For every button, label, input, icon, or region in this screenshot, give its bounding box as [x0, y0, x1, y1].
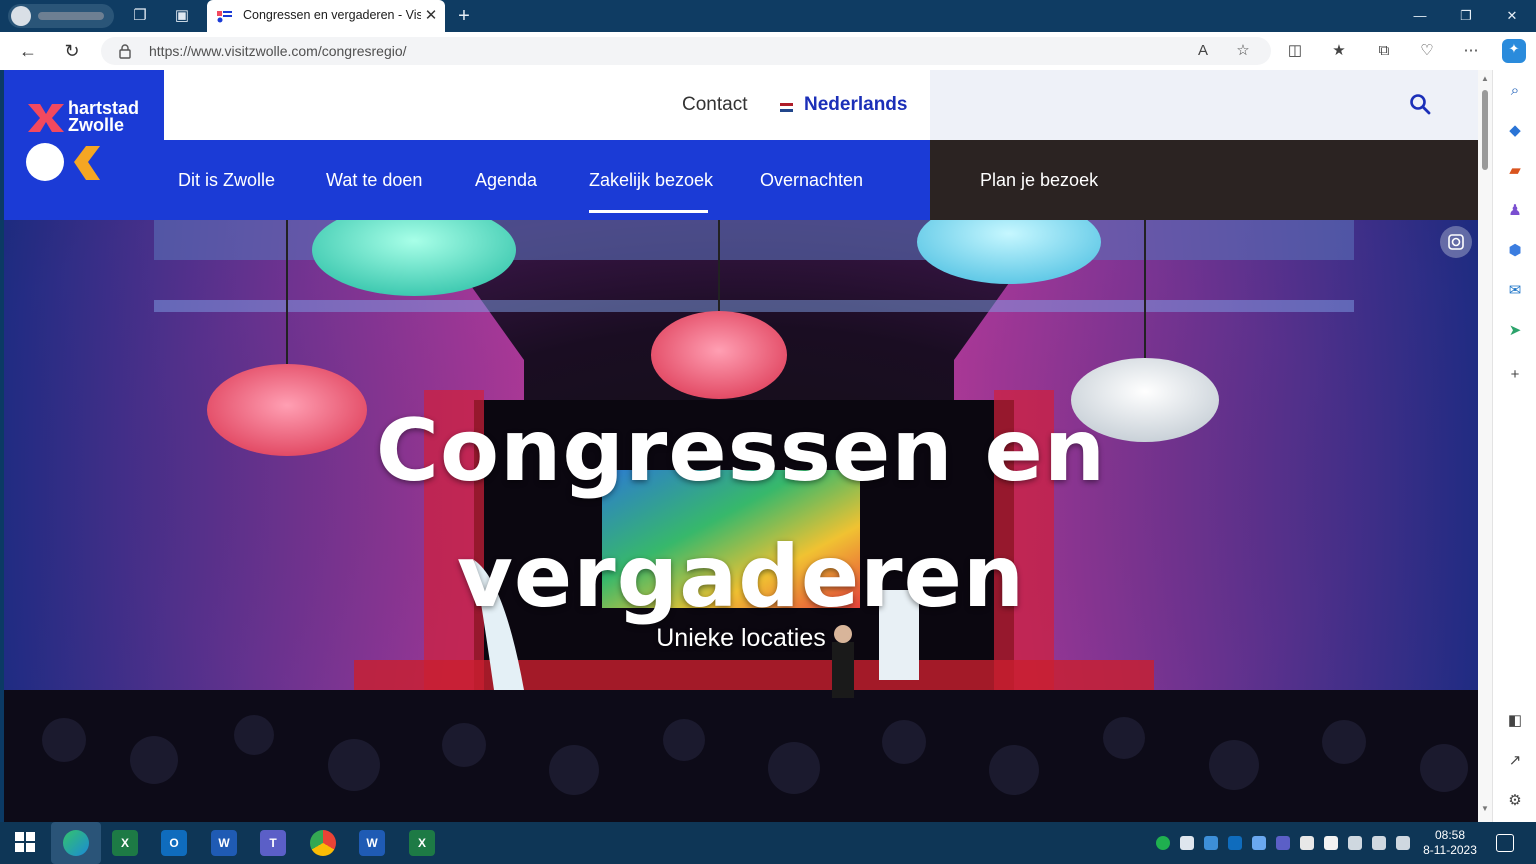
plan-je-bezoek-button[interactable]: Plan je bezoek	[980, 170, 1098, 191]
avatar	[11, 6, 31, 26]
system-clock[interactable]: 08:58 8-11-2023	[1414, 828, 1486, 858]
tray-app-icon-2[interactable]	[1300, 836, 1314, 850]
onedrive-icon[interactable]	[1204, 836, 1218, 850]
hide-sidebar-icon[interactable]: ◧	[1504, 710, 1526, 732]
plan-visit-area: Plan je bezoek	[930, 140, 1478, 220]
address-field[interactable]: https://www.visitzwolle.com/congresregio…	[101, 37, 1271, 65]
profile-name-redacted	[38, 12, 104, 20]
collections-icon[interactable]: ⧉	[1373, 41, 1395, 61]
split-screen-icon[interactable]: ◫	[1284, 41, 1306, 61]
address-toolbar: ← ↻ https://www.visitzwolle.com/congresr…	[0, 32, 1536, 70]
nav-zakelijk-bezoek[interactable]: Zakelijk bezoek	[589, 170, 713, 191]
read-aloud-icon[interactable]: A	[1192, 41, 1214, 61]
tools-briefcase-icon[interactable]: ▰	[1504, 160, 1526, 182]
clock-time: 08:58	[1434, 828, 1466, 842]
dutch-flag-icon	[780, 103, 793, 112]
language-selector[interactable]: Nederlands	[804, 94, 907, 116]
hero-title-line2: vergaderen	[456, 527, 1026, 627]
tab-actions-icon[interactable]: ▣	[172, 6, 192, 26]
restore-button[interactable]: ❐	[1446, 4, 1486, 28]
search-area	[930, 70, 1478, 140]
active-nav-indicator	[589, 210, 708, 213]
lock-icon	[119, 44, 131, 59]
hero-banner: Congressen en vergaderen Unieke locaties	[4, 220, 1478, 822]
hartstad-zwolle-logo-icon	[26, 104, 100, 181]
tab-title: Congressen en vergaderen - Visit Zwolle	[243, 8, 421, 22]
word-icon-2[interactable]: W	[359, 830, 385, 856]
outlook-tray-icon[interactable]	[1228, 836, 1242, 850]
visitzwolle-favicon	[217, 11, 232, 23]
logo-line2: Zwolle	[68, 115, 125, 135]
scroll-down-arrow[interactable]: ▼	[1480, 804, 1490, 813]
main-navigation: Dit is Zwolle Wat te doen Agenda Zakelij…	[164, 140, 930, 220]
hero-subtitle: Unieke locaties	[656, 624, 826, 652]
hero-title-line1: Congressen en	[375, 401, 1107, 501]
close-tab-icon[interactable]: ✕	[422, 6, 440, 26]
open-external-icon[interactable]: ↗	[1504, 750, 1526, 772]
workspaces-icon[interactable]: ❐	[130, 6, 150, 26]
nav-overnachten[interactable]: Overnachten	[760, 170, 863, 191]
games-icon[interactable]: ♟	[1504, 200, 1526, 222]
word-icon[interactable]: W	[211, 830, 237, 856]
edge-sidebar: ⌕ ◆ ▰ ♟ ⬢ ✉ ➤ + ◧ ↗ ⚙	[1492, 70, 1536, 822]
nav-dit-is-zwolle[interactable]: Dit is Zwolle	[178, 170, 275, 191]
nav-wat-te-doen[interactable]: Wat te doen	[326, 170, 422, 191]
windows-taskbar: X O W T W X 08:58 8-11-2023	[0, 822, 1536, 864]
minimize-button[interactable]: —	[1400, 4, 1440, 28]
teams-icon[interactable]: T	[260, 830, 286, 856]
search-icon[interactable]	[1408, 92, 1434, 118]
status-dot-icon[interactable]	[1156, 836, 1170, 850]
windows-start-icon[interactable]	[12, 831, 38, 857]
teams-tray-icon[interactable]	[1276, 836, 1290, 850]
contact-link[interactable]: Contact	[682, 94, 747, 116]
copilot-icon[interactable]: ✦	[1502, 39, 1526, 63]
favorite-star-icon[interactable]: ☆	[1232, 41, 1254, 61]
sidebar-settings-gear-icon[interactable]: ⚙	[1504, 790, 1526, 812]
chrome-icon[interactable]	[310, 830, 336, 856]
tray-app-icon[interactable]	[1180, 836, 1194, 850]
scroll-up-arrow[interactable]: ▲	[1480, 74, 1490, 83]
bluetooth-icon[interactable]	[1252, 836, 1266, 850]
microsoft-365-icon[interactable]: ⬢	[1504, 240, 1526, 262]
browser-tab-bar: ❐ ▣ Congressen en vergaderen - Visit Zwo…	[0, 0, 1536, 32]
active-tab[interactable]: Congressen en vergaderen - Visit Zwolle …	[207, 0, 445, 32]
drop-send-icon[interactable]: ➤	[1504, 320, 1526, 342]
search-sidebar-icon[interactable]: ⌕	[1504, 80, 1526, 102]
edge-icon[interactable]	[63, 830, 89, 856]
shopping-tag-icon[interactable]: ◆	[1504, 120, 1526, 142]
page-scrollbar[interactable]: ▲ ▼	[1478, 70, 1492, 822]
close-window-button[interactable]: ✕	[1492, 4, 1532, 28]
visual-search-icon[interactable]	[1440, 226, 1472, 258]
more-menu-icon[interactable]: ⋯	[1460, 41, 1482, 61]
browser-essentials-icon[interactable]: ♡	[1416, 41, 1438, 61]
hero-title: Congressen en vergaderen	[4, 388, 1478, 640]
nav-agenda[interactable]: Agenda	[475, 170, 537, 191]
battery-icon[interactable]	[1348, 836, 1362, 850]
new-tab-button[interactable]: +	[452, 4, 476, 28]
wifi-icon[interactable]	[1372, 836, 1386, 850]
security-icon[interactable]	[1324, 836, 1338, 850]
clock-date: 8-11-2023	[1423, 843, 1477, 857]
outlook-taskbar-icon[interactable]: O	[161, 830, 187, 856]
profile-button[interactable]	[8, 4, 114, 28]
refresh-button[interactable]: ↻	[60, 40, 84, 62]
web-page: hartstad Zwolle Contact Nederlands Dit i…	[4, 70, 1492, 822]
url-text: https://www.visitzwolle.com/congresregio…	[149, 43, 407, 59]
add-sidebar-app-icon[interactable]: +	[1504, 364, 1526, 386]
favorites-icon[interactable]: ★	[1328, 41, 1350, 61]
excel-icon-2[interactable]: X	[409, 830, 435, 856]
excel-icon[interactable]: X	[112, 830, 138, 856]
back-button[interactable]: ←	[16, 40, 40, 62]
notifications-icon[interactable]	[1496, 834, 1514, 852]
scrollbar-thumb[interactable]	[1482, 90, 1488, 170]
outlook-icon[interactable]: ✉	[1504, 280, 1526, 302]
volume-icon[interactable]	[1396, 836, 1410, 850]
site-logo[interactable]: hartstad Zwolle	[4, 70, 164, 220]
site: hartstad Zwolle Contact Nederlands Dit i…	[4, 70, 1478, 822]
